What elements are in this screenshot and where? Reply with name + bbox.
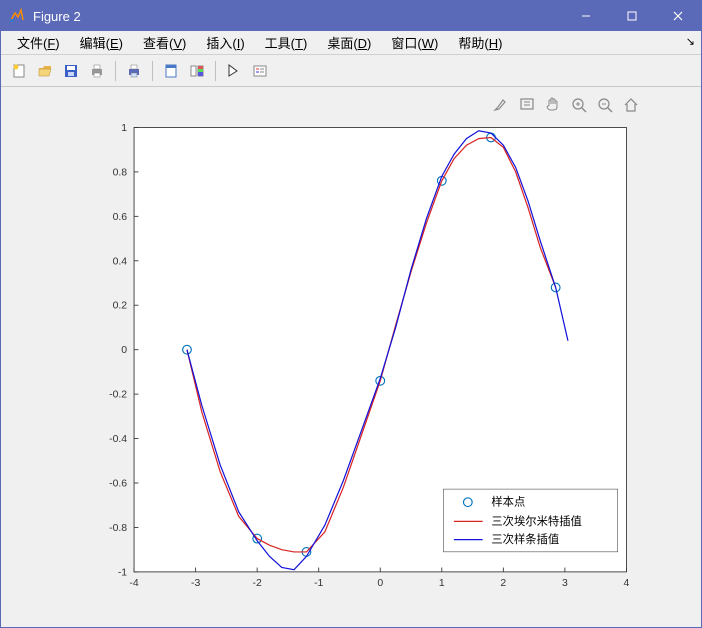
xtick-label: 2 <box>500 578 506 589</box>
menu-help[interactable]: 帮助(H) <box>448 31 512 54</box>
new-figure-button[interactable] <box>7 59 31 83</box>
save-button[interactable] <box>59 59 83 83</box>
menu-edit[interactable]: 编辑(E) <box>70 31 133 54</box>
toolbar <box>1 55 701 87</box>
xtick-label: -3 <box>191 578 200 589</box>
pan-hand-icon[interactable] <box>543 95 563 115</box>
xtick-label: -1 <box>314 578 323 589</box>
dock-arrow-icon[interactable]: ↘ <box>686 35 695 48</box>
menu-insert[interactable]: 插入(I) <box>196 31 254 54</box>
link-data-button[interactable] <box>159 59 183 83</box>
maximize-button[interactable] <box>609 1 655 31</box>
zoom-in-icon[interactable] <box>569 95 589 115</box>
menu-file[interactable]: 文件(F) <box>7 31 70 54</box>
close-button[interactable] <box>655 1 701 31</box>
xtick-label: -2 <box>253 578 262 589</box>
separator <box>152 61 153 81</box>
insert-colorbar-button[interactable] <box>185 59 209 83</box>
print-button[interactable] <box>85 59 109 83</box>
brush-icon[interactable] <box>491 95 511 115</box>
edit-plot-button[interactable] <box>222 59 246 83</box>
home-icon[interactable] <box>621 95 641 115</box>
xtick-label: 1 <box>439 578 445 589</box>
menu-desktop[interactable]: 桌面(D) <box>317 31 381 54</box>
xtick-label: 0 <box>377 578 383 589</box>
legend-label: 样本点 <box>491 495 525 509</box>
plot-svg: -4 -3 -2 -1 0 1 2 3 4 -1 -0.8 -0.6 -0.4 -0.2 0 0.2 0.4 0.… <box>45 117 685 605</box>
ytick-label: -0.6 <box>109 478 127 489</box>
window-title: Figure 2 <box>33 9 563 24</box>
zoom-out-icon[interactable] <box>595 95 615 115</box>
xtick-label: 4 <box>624 578 630 589</box>
legend-label: 三次样条插值 <box>491 532 559 546</box>
ytick-label: 0.4 <box>113 256 128 267</box>
print-preview-button[interactable] <box>122 59 146 83</box>
open-button[interactable] <box>33 59 57 83</box>
insert-legend-button[interactable] <box>248 59 272 83</box>
axes[interactable]: -4 -3 -2 -1 0 1 2 3 4 -1 -0.8 -0.6 -0.4 -0.2 0 0.2 0.4 0.… <box>45 117 685 605</box>
xtick-label: -4 <box>129 578 138 589</box>
ytick-label: 0 <box>121 345 127 356</box>
menu-tools[interactable]: 工具(T) <box>255 31 318 54</box>
axes-toolbar <box>491 95 641 115</box>
ytick-label: 0.8 <box>113 167 128 178</box>
legend-label: 三次埃尔米特插值 <box>491 514 582 528</box>
ytick-label: 0.2 <box>113 301 128 312</box>
title-bar[interactable]: Figure 2 <box>1 1 701 31</box>
separator <box>215 61 216 81</box>
figure-area: -4 -3 -2 -1 0 1 2 3 4 -1 -0.8 -0.6 -0.4 -0.2 0 0.2 0.4 0.… <box>1 87 701 627</box>
matlab-logo-icon <box>9 8 25 24</box>
data-tip-icon[interactable] <box>517 95 537 115</box>
ytick-label: 0.6 <box>113 212 128 223</box>
ytick-label: -0.4 <box>109 434 127 445</box>
menu-bar: 文件(F) 编辑(E) 查看(V) 插入(I) 工具(T) 桌面(D) 窗口(W… <box>1 31 701 55</box>
ytick-label: -1 <box>118 567 127 578</box>
menu-window[interactable]: 窗口(W) <box>381 31 448 54</box>
xtick-label: 3 <box>562 578 568 589</box>
separator <box>115 61 116 81</box>
minimize-button[interactable] <box>563 1 609 31</box>
ytick-label: 1 <box>121 123 127 134</box>
figure-window: Figure 2 文件(F) 编辑(E) 查看(V) 插入(I) 工具(T) 桌… <box>0 0 702 628</box>
menu-view[interactable]: 查看(V) <box>133 31 196 54</box>
ytick-label: -0.2 <box>109 390 127 401</box>
ytick-label: -0.8 <box>109 523 127 534</box>
